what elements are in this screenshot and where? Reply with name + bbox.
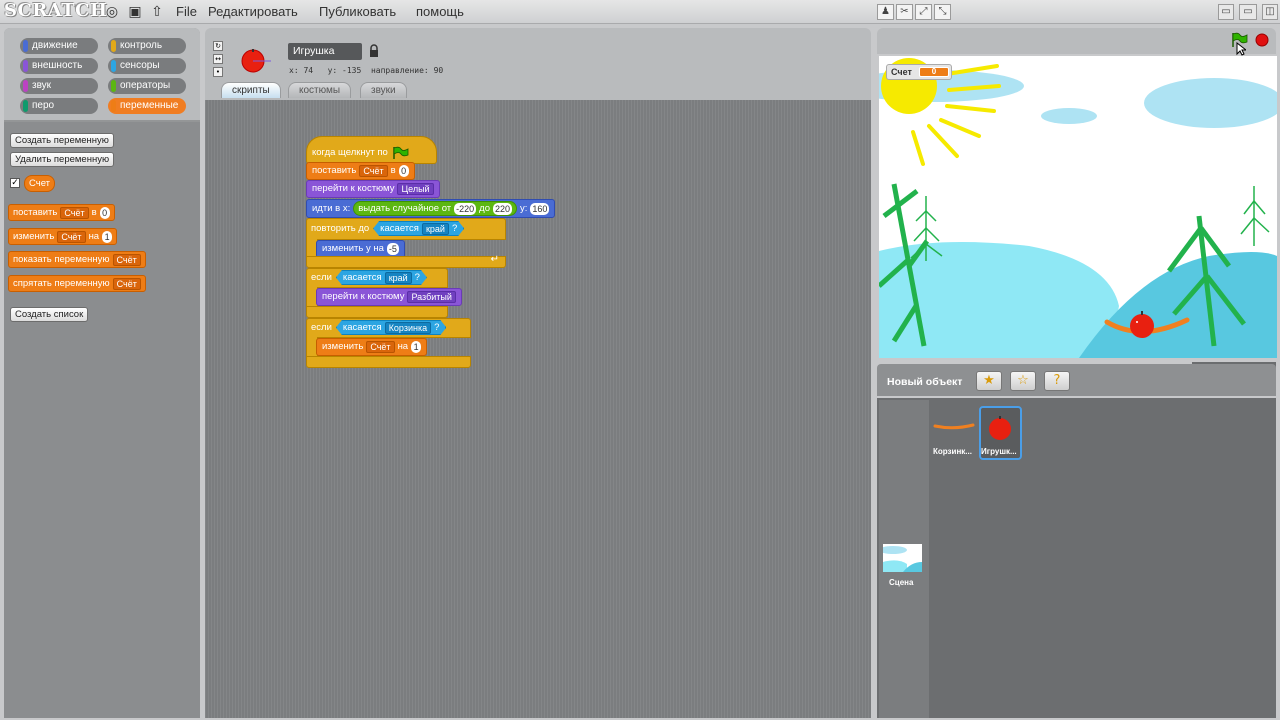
category-color-marker (23, 60, 28, 72)
if-bottom-1 (306, 306, 448, 318)
switch-costume-block[interactable]: перейти к костюму Разбитый (316, 288, 462, 306)
palette-hide-variable-block[interactable]: спрятать переменную Счёт (8, 275, 146, 292)
sprite-list (877, 398, 1276, 718)
pick-random-block[interactable]: выдать случайное от -220 до 220 (353, 201, 518, 216)
variable-monitor-value: 0 (919, 67, 949, 77)
category-color-marker (23, 40, 28, 52)
change-variable-block[interactable]: изменить Счёт на 1 (316, 338, 428, 356)
menu-share[interactable]: Публиковать (319, 4, 396, 19)
category-color-marker (23, 100, 28, 112)
touching-block[interactable]: касается край ? (336, 270, 427, 285)
loop-arrow-icon: ↵ (490, 254, 499, 265)
stage-toolbar (877, 28, 1276, 54)
cloud (1041, 108, 1097, 124)
sprite-label-toy[interactable]: Игрушк... (981, 447, 1017, 456)
var-dropdown[interactable]: Счёт (60, 206, 89, 219)
var-dropdown[interactable]: Счёт (57, 230, 86, 243)
sprite-thumb-basket[interactable] (933, 418, 975, 434)
goto-xy-block[interactable]: идти в x: выдать случайное от -220 до 22… (306, 199, 556, 218)
scripts-area[interactable] (205, 100, 871, 718)
if-bottom-2 (306, 356, 471, 368)
mouse-cursor-icon (1236, 42, 1246, 56)
var-dropdown[interactable]: Счёт (112, 253, 141, 266)
category-looks[interactable]: внешность (20, 58, 98, 74)
repeat-bottom: ↵ (306, 254, 506, 268)
menu-help[interactable]: помощь (416, 4, 464, 19)
var-dropdown[interactable]: Счёт (359, 165, 388, 177)
palette-show-variable-block[interactable]: показать переменную Счёт (8, 251, 146, 268)
delete-variable-button[interactable]: Удалить переменную (10, 152, 115, 167)
paint-sprite-icon[interactable]: ★ (976, 371, 1002, 391)
costume-dropdown[interactable]: Целый (397, 183, 434, 195)
presentation-mode-icon[interactable]: ◫ (1262, 4, 1278, 20)
category-sensing[interactable]: сенсоры (108, 58, 186, 74)
tab-scripts[interactable]: скрипты (221, 82, 281, 98)
menu-file[interactable]: File (176, 4, 197, 19)
small-stage-icon[interactable]: ▭ (1218, 4, 1234, 20)
switch-costume-block[interactable]: перейти к костюму Целый (306, 180, 440, 198)
category-control[interactable]: контроль (108, 38, 186, 54)
category-motion[interactable]: движение (20, 38, 98, 54)
category-color-marker (111, 60, 116, 72)
stop-icon[interactable] (1255, 33, 1269, 47)
tab-costumes[interactable]: костюмы (288, 82, 352, 98)
sprite-label-basket[interactable]: Корзинк... (933, 447, 972, 456)
sprite-thumb-toy[interactable] (986, 412, 1014, 442)
stage-thumbnail[interactable] (883, 544, 922, 572)
touching-dropdown[interactable]: край (422, 223, 449, 235)
menu-edit[interactable]: Редактировать (208, 4, 298, 19)
when-flag-clicked-block[interactable]: когда щелкнут по (306, 136, 437, 164)
category-operators[interactable]: операторы (108, 78, 186, 94)
duplicate-tool-icon[interactable]: ♟ (877, 4, 894, 20)
normal-stage-icon[interactable]: ▭ (1239, 4, 1257, 20)
category-color-marker (111, 100, 116, 112)
make-list-button[interactable]: Создать список (10, 307, 89, 322)
category-color-marker (23, 80, 28, 92)
choose-sprite-icon[interactable]: ☆ (1010, 371, 1036, 391)
var-dropdown[interactable]: Счёт (366, 341, 395, 353)
variable-show-checkbox[interactable]: ✓ (10, 178, 20, 188)
category-color-marker (111, 40, 116, 52)
stage-canvas[interactable] (879, 56, 1277, 358)
category-sound[interactable]: звук (20, 78, 98, 94)
palette-set-block[interactable]: поставить Счёт в 0 (8, 204, 115, 221)
category-color-marker (111, 80, 116, 92)
palette-change-block[interactable]: изменить Счёт на 1 (8, 228, 118, 245)
set-variable-block[interactable]: поставить Счёт в 0 (306, 162, 415, 180)
variable-reporter[interactable]: Счет (24, 175, 56, 192)
left-right-icon[interactable]: ↔ (213, 54, 223, 64)
share-icon[interactable]: ⇧ (149, 4, 165, 20)
shrink-tool-icon[interactable]: ⤡ (934, 4, 951, 20)
touching-block[interactable]: касается край ? (373, 221, 464, 236)
lock-icon[interactable] (369, 44, 379, 58)
new-sprite-label: Новый объект (887, 376, 963, 388)
costume-dropdown[interactable]: Разбитый (407, 291, 456, 303)
category-variables[interactable]: переменные (108, 98, 186, 114)
touching-dropdown[interactable]: край (385, 272, 412, 284)
globe-icon[interactable]: ◎ (104, 4, 120, 20)
tab-sounds[interactable]: звуки (360, 82, 407, 98)
rotate-all-around-icon[interactable]: ↻ (213, 41, 223, 51)
make-variable-button[interactable]: Создать переменную (10, 133, 114, 148)
stage-label[interactable]: Сцена (889, 578, 913, 587)
variable-monitor[interactable]: Счет 0 (886, 64, 952, 80)
delete-tool-icon[interactable]: ✂ (896, 4, 913, 20)
grow-tool-icon[interactable]: ⤢ (915, 4, 932, 20)
menu-bar: SCRATCH ◎ ▣ ⇧ File Редактировать Публико… (0, 0, 1280, 24)
sprite-coords: x: 74 y: -135 направление: 90 (289, 66, 444, 75)
dont-rotate-icon[interactable]: • (213, 67, 223, 77)
category-pen[interactable]: перо (20, 98, 98, 114)
var-dropdown[interactable]: Счёт (112, 277, 141, 290)
green-flag-icon (393, 146, 409, 159)
save-icon[interactable]: ▣ (127, 4, 143, 20)
sprite-name-field[interactable]: Игрушка (288, 43, 362, 60)
random-sprite-icon[interactable]: ? (1044, 371, 1070, 391)
touching-dropdown[interactable]: Корзинка (385, 322, 431, 334)
sprite-thumbnail (241, 49, 271, 73)
touching-block[interactable]: касается Корзинка ? (336, 320, 447, 335)
scratch-logo: SCRATCH (4, 0, 108, 21)
